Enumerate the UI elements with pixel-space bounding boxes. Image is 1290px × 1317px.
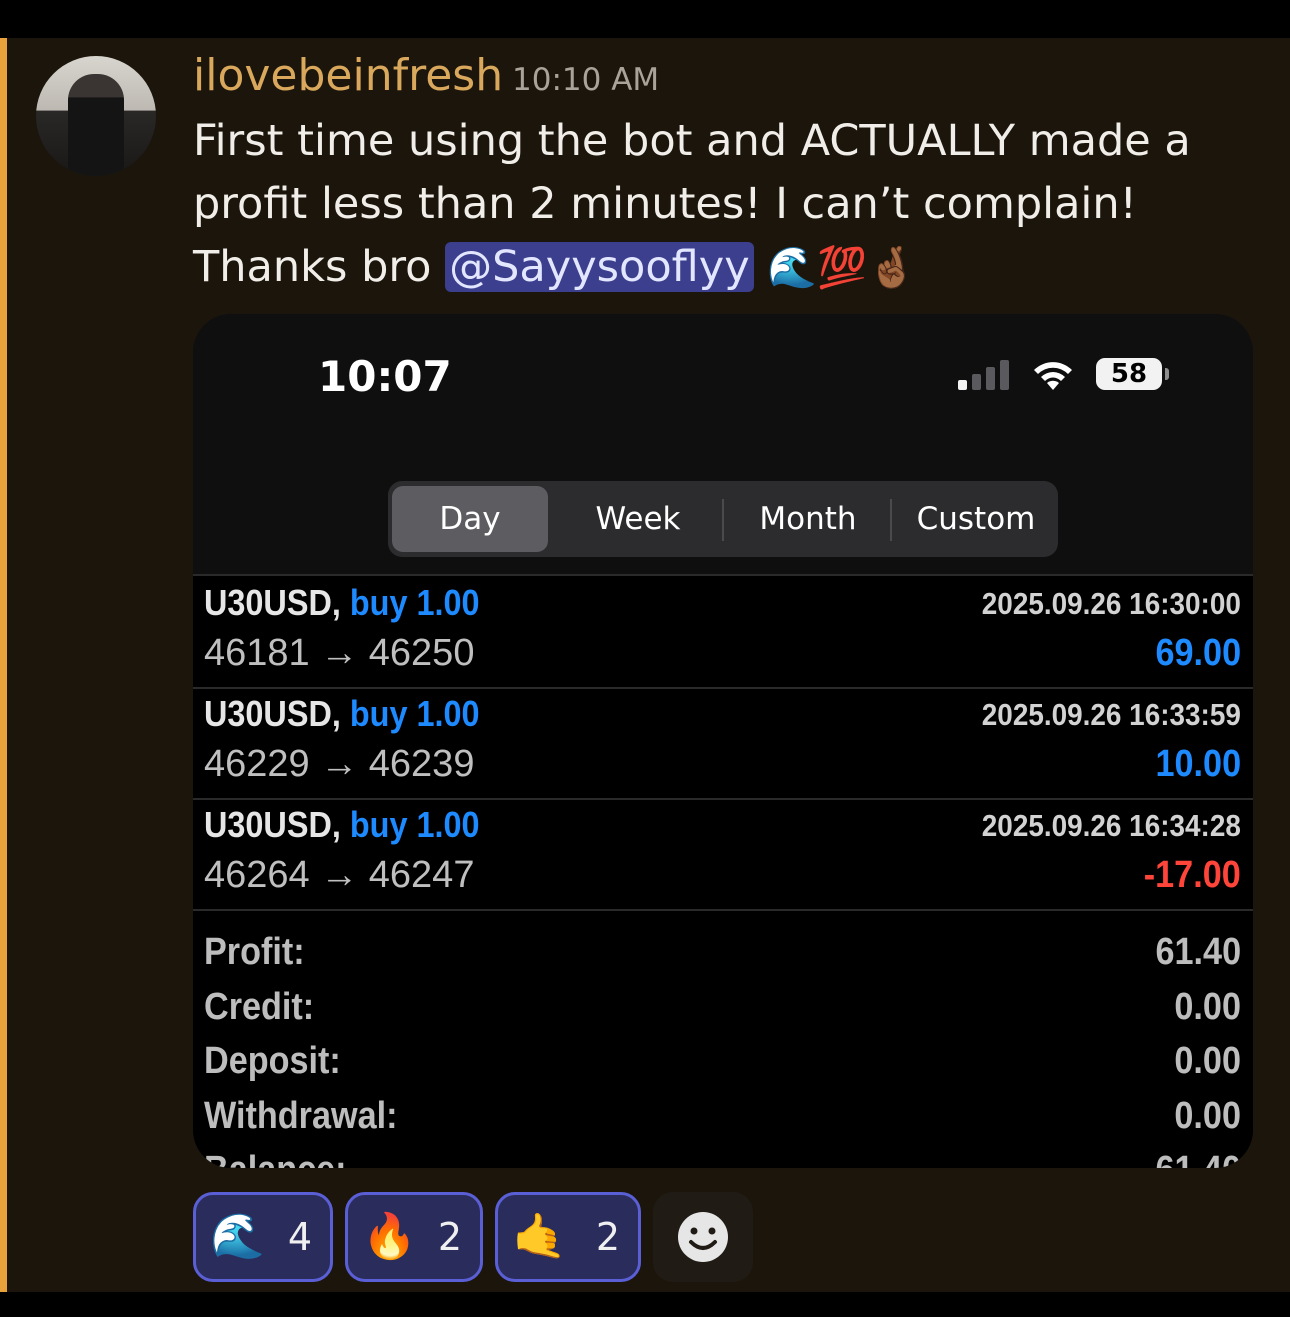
trade-symbol: U30USD, buy 1.00	[204, 693, 480, 735]
segment-custom[interactable]: Custom	[898, 486, 1054, 552]
message-timestamp: 10:10 AM	[512, 62, 660, 98]
segment-divider	[722, 499, 724, 541]
segment-day[interactable]: Day	[392, 486, 548, 552]
attached-screenshot[interactable]: 10:07 58 Day Week Month Custom U30USD, b…	[193, 314, 1253, 1168]
reaction-count: 2	[595, 1215, 620, 1259]
summary-value: 0.00	[1174, 1095, 1241, 1137]
highlight-bar	[0, 38, 7, 1292]
avatar[interactable]	[36, 56, 156, 176]
trade-row[interactable]: U30USD, buy 1.00 46229 → 46239 2025.09.2…	[193, 687, 1253, 800]
add-reaction-button[interactable]	[653, 1192, 753, 1282]
summary-deposit: Deposit: 0.00	[204, 1040, 1241, 1094]
trade-row[interactable]: U30USD, buy 1.00 46264 → 46247 2025.09.2…	[193, 798, 1253, 911]
message-text: First time using the bot and ACTUALLY ma…	[193, 110, 1253, 300]
period-segmented-control: Day Week Month Custom	[388, 481, 1058, 557]
reaction-count: 2	[437, 1215, 462, 1259]
summary-label: Deposit:	[204, 1040, 341, 1082]
symbol-text: U30USD,	[204, 804, 341, 845]
wave-icon: 🌊	[210, 1211, 265, 1262]
reaction-shaka[interactable]: 🤙 2	[495, 1192, 641, 1282]
summary-value: 61.40	[1155, 931, 1241, 973]
trade-symbol: U30USD, buy 1.00	[204, 804, 480, 846]
trade-side: buy 1.00	[349, 582, 480, 623]
wifi-icon	[1034, 362, 1072, 390]
discord-message: ilovebeinfresh 10:10 AM First time using…	[0, 38, 1290, 1292]
summary-profit: Profit: 61.40	[204, 931, 1241, 985]
summary-withdrawal: Withdrawal: 0.00	[204, 1095, 1241, 1149]
message-emojis: 🌊💯🤞🏾	[767, 245, 917, 291]
symbol-text: U30USD,	[204, 582, 341, 623]
trade-profit: 69.00	[1155, 632, 1241, 674]
status-bar-time: 10:07	[318, 352, 452, 401]
smiley-icon	[678, 1212, 728, 1262]
reaction-count: 4	[287, 1215, 312, 1259]
trade-prices: 46229 → 46239	[204, 743, 475, 785]
trade-time: 2025.09.26 16:30:00	[981, 586, 1241, 621]
reaction-wave[interactable]: 🌊 4	[193, 1192, 333, 1282]
summary-label: Balance:	[204, 1149, 347, 1168]
reaction-fire[interactable]: 🔥 2	[345, 1192, 483, 1282]
fire-icon: 🔥	[362, 1211, 417, 1262]
trade-row[interactable]: U30USD, buy 1.00 46181 → 46250 2025.09.2…	[193, 576, 1253, 689]
shaka-icon: 🤙	[512, 1211, 567, 1262]
username[interactable]: ilovebeinfresh	[193, 50, 503, 101]
battery-tip	[1165, 368, 1169, 380]
trade-symbol: U30USD, buy 1.00	[204, 582, 480, 624]
trade-prices: 46181 → 46250	[204, 632, 475, 674]
trade-time: 2025.09.26 16:33:59	[981, 697, 1241, 732]
summary-label: Credit:	[204, 986, 315, 1028]
summary-label: Profit:	[204, 931, 305, 973]
trade-side: buy 1.00	[349, 693, 480, 734]
summary-value: 0.00	[1174, 986, 1241, 1028]
segment-divider	[890, 499, 892, 541]
trade-history-list: U30USD, buy 1.00 46181 → 46250 2025.09.2…	[193, 574, 1253, 1168]
battery-icon: 58	[1096, 358, 1162, 390]
segment-month[interactable]: Month	[730, 486, 886, 552]
segment-week[interactable]: Week	[560, 486, 716, 552]
summary-balance: Balance: 61.40	[204, 1149, 1241, 1168]
symbol-text: U30USD,	[204, 693, 341, 734]
summary-value: 61.40	[1155, 1149, 1241, 1168]
trade-prices: 46264 → 46247	[204, 854, 475, 896]
summary-label: Withdrawal:	[204, 1095, 398, 1137]
summary-value: 0.00	[1174, 1040, 1241, 1082]
summary-credit: Credit: 0.00	[204, 986, 1241, 1040]
trade-side: buy 1.00	[349, 804, 480, 845]
avatar-photo	[68, 74, 124, 176]
trade-time: 2025.09.26 16:34:28	[981, 808, 1241, 843]
user-mention[interactable]: @Sayysooflyy	[445, 242, 754, 292]
trade-profit: -17.00	[1144, 854, 1241, 896]
cellular-signal-icon	[958, 360, 1016, 390]
trade-profit: 10.00	[1155, 743, 1241, 785]
